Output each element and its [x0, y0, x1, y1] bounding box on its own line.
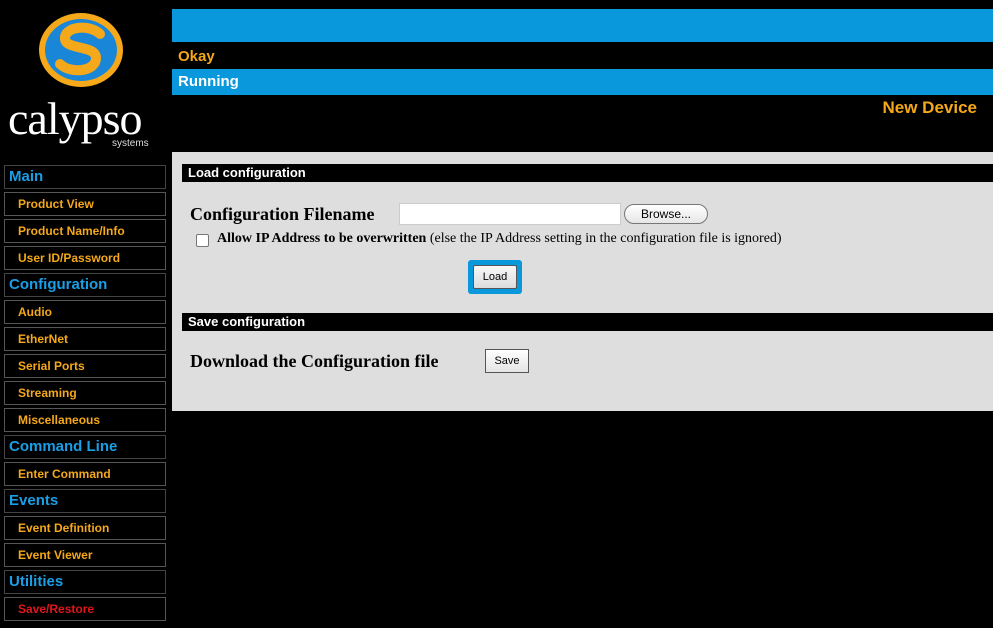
main-panel: Load configuration Configuration Filenam… — [172, 152, 993, 411]
calypso-logo-icon — [39, 13, 123, 87]
nav-item-enter-command[interactable]: Enter Command — [4, 462, 166, 486]
nav-item-ethernet[interactable]: EtherNet — [4, 327, 166, 351]
allow-ip-overwrite-bold-text: Allow IP Address to be overwritten — [217, 231, 427, 246]
status-okay: Okay — [172, 46, 993, 68]
save-configuration-heading: Save configuration — [182, 313, 993, 331]
top-banner — [172, 9, 993, 42]
logo-text: calypso — [8, 93, 143, 144]
nav-item-serial-ports[interactable]: Serial Ports — [4, 354, 166, 378]
nav-section-command-line[interactable]: Command Line — [4, 435, 166, 459]
logo-subtext: systems — [112, 138, 149, 149]
configuration-filename-label: Configuration Filename — [190, 204, 375, 224]
browse-button[interactable]: Browse... — [624, 204, 708, 224]
nav-item-event-definition[interactable]: Event Definition — [4, 516, 166, 540]
nav-item-product-view[interactable]: Product View — [4, 192, 166, 216]
download-configuration-label: Download the Configuration file — [190, 351, 439, 371]
nav-section-configuration[interactable]: Configuration — [4, 273, 166, 297]
nav-item-streaming[interactable]: Streaming — [4, 381, 166, 405]
logo: calypso systems — [0, 0, 172, 160]
nav-item-product-name-info[interactable]: Product Name/Info — [4, 219, 166, 243]
allow-ip-overwrite-checkbox[interactable] — [196, 234, 209, 247]
nav-item-event-viewer[interactable]: Event Viewer — [4, 543, 166, 567]
nav-section-utilities[interactable]: Utilities — [4, 570, 166, 594]
allow-ip-overwrite-note: (else the IP Address setting in the conf… — [426, 231, 782, 246]
load-button-focus-ring: Load — [468, 260, 522, 294]
nav-section-main[interactable]: Main — [4, 165, 166, 189]
nav-item-audio[interactable]: Audio — [4, 300, 166, 324]
configuration-filename-input[interactable] — [399, 203, 621, 225]
allow-ip-overwrite-label: Allow IP Address to be overwritten (else… — [217, 231, 782, 247]
nav-item-miscellaneous[interactable]: Miscellaneous — [4, 408, 166, 432]
save-button[interactable]: Save — [485, 349, 529, 373]
nav-section-events[interactable]: Events — [4, 489, 166, 513]
load-button[interactable]: Load — [473, 265, 517, 289]
status-running: Running — [172, 69, 993, 95]
device-name: New Device — [882, 98, 978, 117]
nav-item-save-restore[interactable]: Save/Restore — [4, 597, 166, 621]
sidebar: Main Product View Product Name/Info User… — [4, 165, 166, 624]
nav-item-user-id-password[interactable]: User ID/Password — [4, 246, 166, 270]
load-configuration-heading: Load configuration — [182, 164, 993, 182]
